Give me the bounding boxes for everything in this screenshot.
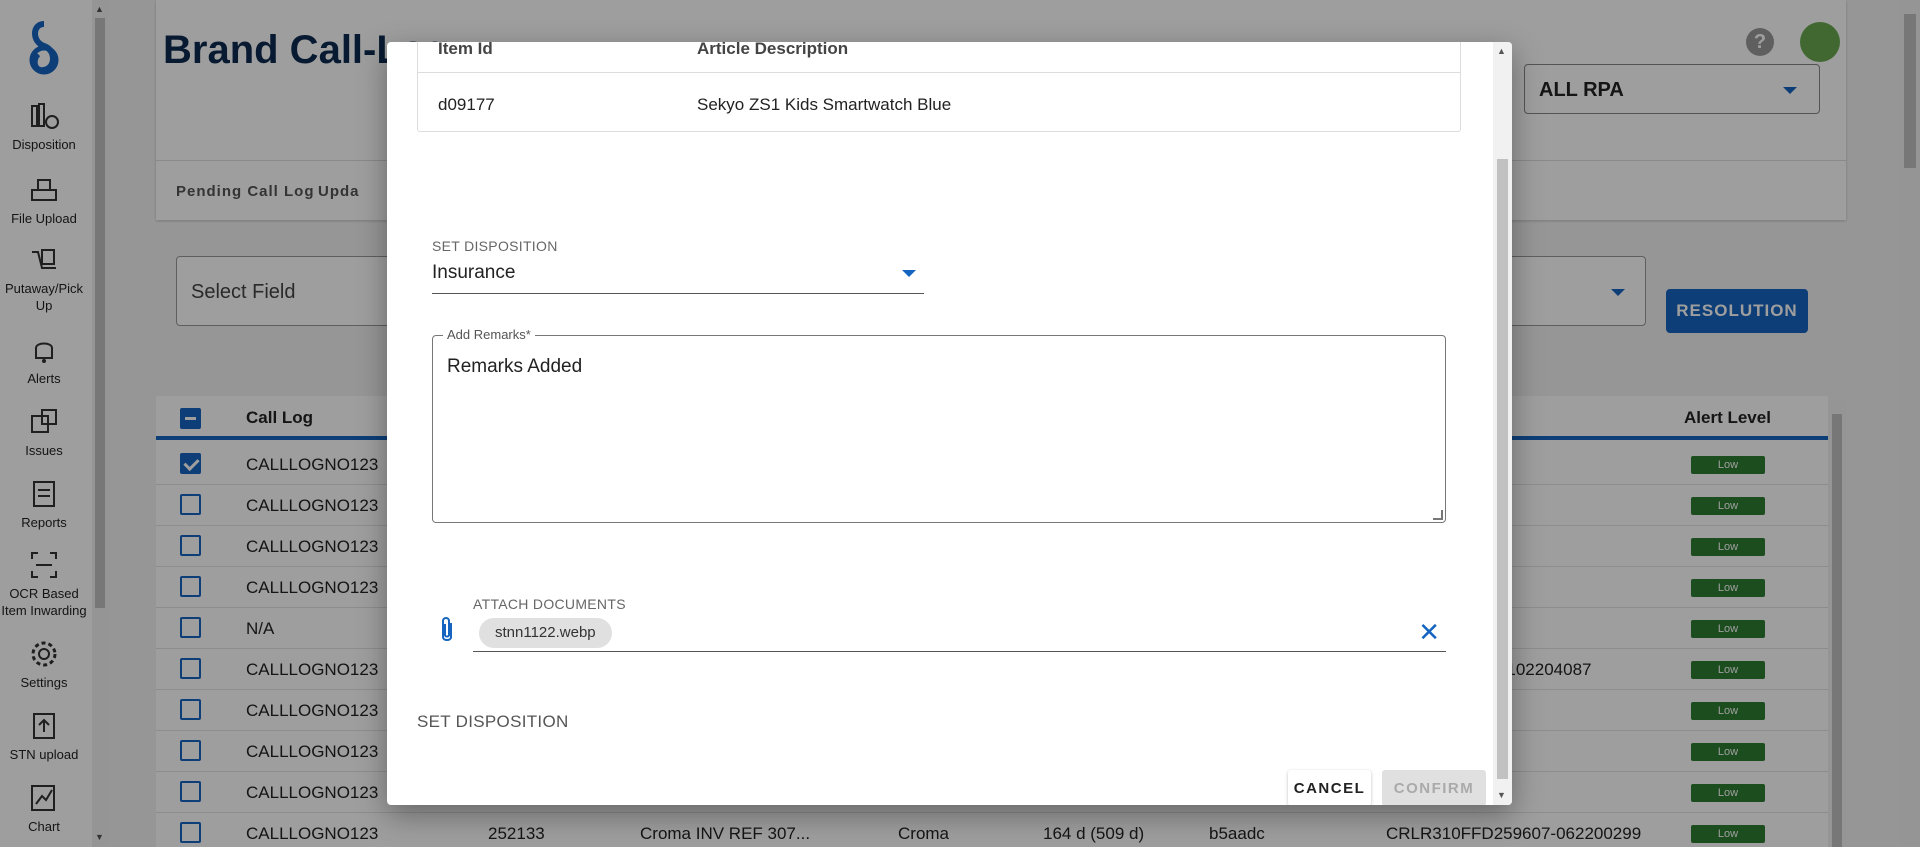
attach-documents-field[interactable]: stnn1122.webp ✕ — [473, 612, 1446, 652]
cancel-button[interactable]: CANCEL — [1288, 770, 1371, 805]
chevron-down-icon — [902, 270, 916, 277]
set-disposition-select[interactable]: Insurance — [432, 256, 924, 294]
attachment-chip[interactable]: stnn1122.webp — [479, 618, 612, 648]
section-title: SET DISPOSITION — [417, 712, 569, 731]
confirm-button[interactable]: CONFIRM — [1382, 770, 1486, 805]
resize-handle-icon[interactable] — [1433, 510, 1443, 520]
remarks-value: Remarks Added — [447, 356, 583, 377]
set-disposition-value: Insurance — [432, 262, 516, 283]
remarks-label: Add Remarks* — [443, 327, 535, 342]
item-table-header: Item Id Article Description — [418, 42, 1460, 73]
close-icon[interactable]: ✕ — [1418, 619, 1440, 645]
column-header-article-description: Article Description — [697, 42, 849, 58]
column-header-item-id: Item Id — [438, 42, 493, 58]
item-id-cell: d09177 — [438, 95, 495, 114]
scroll-down-arrow-icon[interactable]: ▼ — [1497, 790, 1506, 800]
dialog-scrollbar[interactable]: ▲ ▼ — [1493, 42, 1512, 805]
remarks-textarea[interactable]: Add Remarks* Remarks Added — [432, 327, 1446, 523]
article-description-cell: Sekyo ZS1 Kids Smartwatch Blue — [697, 95, 952, 114]
dialog-scroll-thumb[interactable] — [1497, 159, 1508, 779]
item-table: Item Id Article Description d09177 Sekyo… — [417, 42, 1461, 132]
scroll-up-arrow-icon[interactable]: ▲ — [1497, 46, 1506, 56]
set-disposition-label: SET DISPOSITION — [432, 238, 558, 254]
paperclip-icon[interactable] — [435, 615, 459, 645]
attach-documents-label: ATTACH DOCUMENTS — [473, 596, 626, 612]
disposition-dialog: Item Id Article Description d09177 Sekyo… — [387, 42, 1512, 805]
